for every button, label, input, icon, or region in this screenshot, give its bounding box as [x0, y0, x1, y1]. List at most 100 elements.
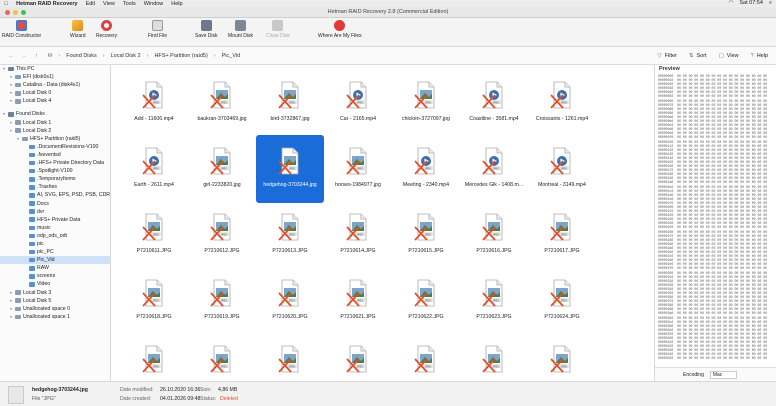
- file-item[interactable]: JPEG P7210615.JPG: [392, 201, 460, 269]
- tree-node[interactable]: ▾ This PC: [0, 65, 110, 73]
- file-item[interactable]: JPEG Montreal - 3149.mp4: [528, 135, 596, 203]
- tree-node[interactable]: ▾ Local Disk 0: [0, 89, 110, 97]
- tree-node[interactable]: Docs: [0, 200, 110, 208]
- file-item[interactable]: JPEG horses-1984977.jpg: [324, 135, 392, 203]
- tree-node[interactable]: music: [0, 224, 110, 232]
- apple-icon[interactable]: : [4, 1, 8, 7]
- file-item[interactable]: JPEG P7210621.JPG: [324, 267, 392, 335]
- tree-node[interactable]: pic_PC: [0, 248, 110, 256]
- tree-node[interactable]: RAW: [0, 264, 110, 272]
- file-item[interactable]: JPEG Mercedes Glk - 1408.m...: [460, 135, 528, 203]
- file-item[interactable]: JPEG bird-3732867.jpg: [256, 69, 324, 137]
- file-item[interactable]: JPEG Car - 2165.mp4: [324, 69, 392, 137]
- file-item[interactable]: JPEG chicken-3727097.jpg: [392, 69, 460, 137]
- breadcrumb-found-disks[interactable]: Found Disks: [66, 53, 97, 59]
- menu-view[interactable]: View: [103, 1, 115, 7]
- folder-tree[interactable]: ▾ This PC ▾ EFI (disk0s1) ▾ Catalina - Data (…: [0, 65, 111, 381]
- minimize-window-button[interactable]: [13, 10, 18, 15]
- file-item[interactable]: JPEG baukran-3703469.jpg: [188, 69, 256, 137]
- view-button[interactable]: View: [727, 53, 739, 59]
- file-item[interactable]: JPEG: [528, 333, 596, 381]
- forward-icon[interactable]: →: [22, 53, 28, 59]
- breadcrumb-hfs-partition[interactable]: HFS+ Partition (raid5): [154, 53, 207, 59]
- tree-node[interactable]: odp_ods_odt: [0, 232, 110, 240]
- file-item[interactable]: JPEG P7210617.JPG: [528, 201, 596, 269]
- file-item[interactable]: JPEG P7210616.JPG: [460, 201, 528, 269]
- wifi-icon[interactable]: ◠: [729, 0, 734, 7]
- find-file-button[interactable]: Find File: [148, 20, 167, 39]
- file-item[interactable]: JPEG: [256, 333, 324, 381]
- sort-button[interactable]: Sort: [697, 53, 707, 59]
- tree-node[interactable]: ▾ HFS+ Partition (raid5): [0, 135, 110, 143]
- file-item[interactable]: JPEG Meeting - 2340.mp4: [392, 135, 460, 203]
- tree-node[interactable]: HFS+ Private Data: [0, 216, 110, 224]
- tree-node[interactable]: .fseventsd: [0, 151, 110, 159]
- tree-node[interactable]: screens: [0, 272, 110, 280]
- clock[interactable]: Sat 07:54: [739, 0, 763, 7]
- file-item[interactable]: JPEG: [392, 333, 460, 381]
- file-item[interactable]: JPEG P7210622.JPG: [392, 267, 460, 335]
- tree-node[interactable]: ▾ EFI (disk0s1): [0, 73, 110, 81]
- up-icon[interactable]: ↑: [35, 53, 38, 59]
- tree-node[interactable]: .Trashes: [0, 183, 110, 191]
- menu-tools[interactable]: Tools: [123, 1, 136, 7]
- file-item[interactable]: JPEG P7210611.JPG: [120, 201, 188, 269]
- file-item[interactable]: JPEG P7210613.JPG: [256, 201, 324, 269]
- raid-constructor-button[interactable]: RAID Constructor: [2, 20, 41, 39]
- file-item[interactable]: JPEG P7210618.JPG: [120, 267, 188, 335]
- help-button[interactable]: Help: [757, 53, 768, 59]
- tree-node[interactable]: ▾ Local Disk 2: [0, 127, 110, 135]
- file-item[interactable]: JPEG P7210612.JPG: [188, 201, 256, 269]
- file-item[interactable]: JPEG: [120, 333, 188, 381]
- zoom-window-button[interactable]: [21, 10, 26, 15]
- tree-node[interactable]: .HFS+ Private Directory Data: [0, 159, 110, 167]
- tree-node[interactable]: dvr: [0, 208, 110, 216]
- tree-node[interactable]: AI, SVG, EPS, PSD, PSB, CDR: [0, 191, 110, 199]
- file-item[interactable]: JPEG: [188, 333, 256, 381]
- menu-help[interactable]: Help: [171, 1, 182, 7]
- where-are-my-files-button[interactable]: Where Are My Files: [318, 20, 362, 39]
- tree-node[interactable]: ▾ Local Disk 1: [0, 119, 110, 127]
- file-item[interactable]: JPEG P7210614.JPG: [324, 201, 392, 269]
- file-item[interactable]: JPEG P7210619.JPG: [188, 267, 256, 335]
- tree-node[interactable]: ▾ Found Disks: [0, 110, 110, 118]
- close-window-button[interactable]: [5, 10, 10, 15]
- file-item[interactable]: JPEG hedgehog-3703244.jpg: [256, 135, 324, 203]
- tree-node[interactable]: ▾ Local Disk 3: [0, 289, 110, 297]
- search-icon[interactable]: ⌕: [769, 0, 772, 7]
- back-icon[interactable]: ←: [8, 53, 14, 59]
- file-item[interactable]: JPEG: [460, 333, 528, 381]
- wizard-button[interactable]: Wizard: [70, 20, 86, 39]
- encoding-select[interactable]: Mac: [709, 370, 738, 379]
- file-item[interactable]: JPEG Add - 11606.mp4: [120, 69, 188, 137]
- tree-node[interactable]: .DocumentRevisions-V100: [0, 143, 110, 151]
- file-item[interactable]: JPEG Earth - 2611.mp4: [120, 135, 188, 203]
- close-disk-button[interactable]: Close Disk: [266, 20, 290, 39]
- tree-node[interactable]: .TemporaryItems: [0, 175, 110, 183]
- file-item[interactable]: JPEG P7210620.JPG: [256, 267, 324, 335]
- file-item[interactable]: JPEG Croissants - 1261.mp4: [528, 69, 596, 137]
- breadcrumb-local-disk-2[interactable]: Local Disk 2: [111, 53, 141, 59]
- menu-window[interactable]: Window: [144, 1, 164, 7]
- tree-node[interactable]: ▾ Local Disk 5: [0, 297, 110, 305]
- file-item[interactable]: JPEG: [324, 333, 392, 381]
- tree-node[interactable]: ▾ Catalina - Data (disk4s1): [0, 81, 110, 89]
- tree-node[interactable]: Video: [0, 280, 110, 288]
- recovery-button[interactable]: Recovery: [96, 20, 117, 39]
- filter-button[interactable]: Filter: [665, 53, 677, 59]
- save-disk-button[interactable]: Save Disk: [195, 20, 218, 39]
- file-item[interactable]: JPEG P7210623.JPG: [460, 267, 528, 335]
- menu-edit[interactable]: Edit: [86, 1, 95, 7]
- tree-node[interactable]: pic: [0, 240, 110, 248]
- tree-node[interactable]: Pic_Vid: [0, 256, 110, 265]
- file-item[interactable]: JPEG P7210624.JPG: [528, 267, 596, 335]
- app-menu[interactable]: Hetman RAID Recovery: [16, 1, 77, 7]
- mount-disk-button[interactable]: Mount Disk: [228, 20, 253, 39]
- tree-node[interactable]: ▾ Unallocated space 0: [0, 305, 110, 313]
- file-item[interactable]: JPEG Coastline - 3581.mp4: [460, 69, 528, 137]
- tree-node[interactable]: ▾ Local Disk 4: [0, 97, 110, 105]
- tree-node[interactable]: .Spotlight-V100: [0, 167, 110, 175]
- tree-node[interactable]: ▾ Unallocated space 1: [0, 313, 110, 321]
- breadcrumb-pic-vid[interactable]: Pic_Vid: [222, 53, 241, 59]
- file-item[interactable]: JPEG girl-2233820.jpg: [188, 135, 256, 203]
